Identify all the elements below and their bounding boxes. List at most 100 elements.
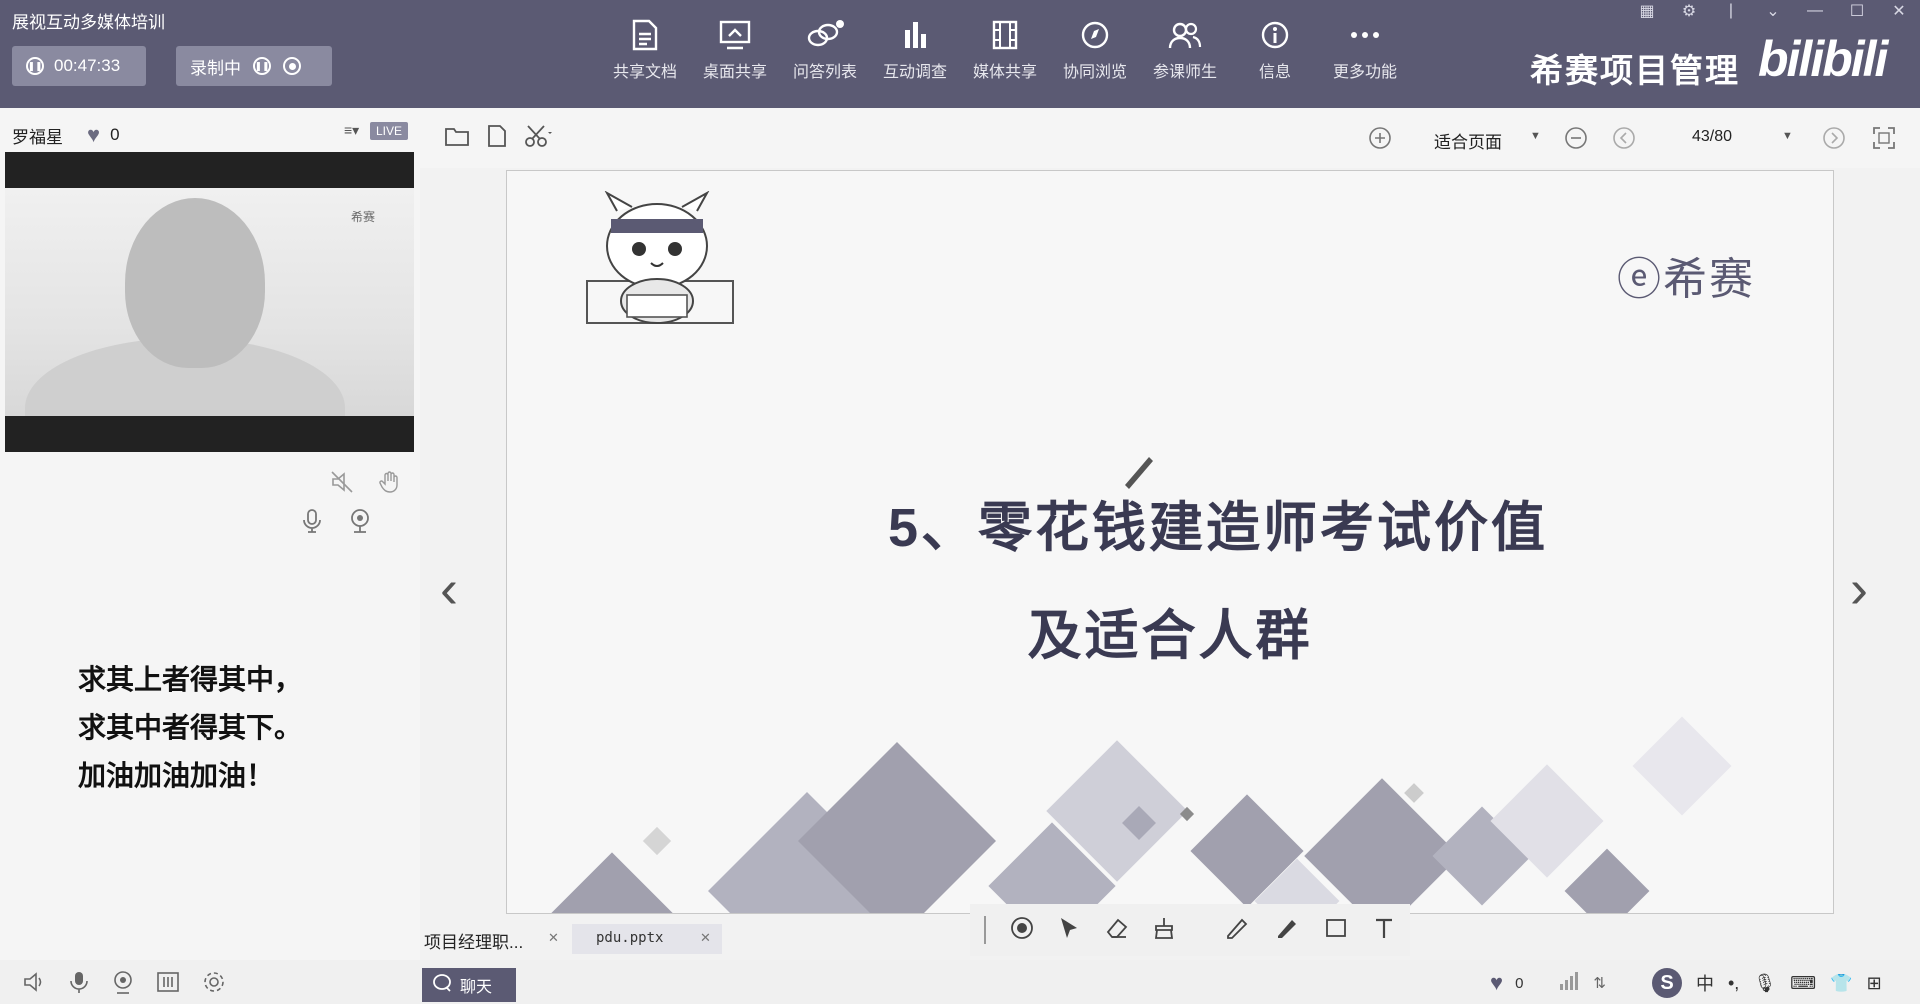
pause-timer-button[interactable]: ❚❚ 00:47:33 bbox=[12, 46, 146, 86]
page-dropdown-icon[interactable]: ▼ bbox=[1782, 130, 1793, 142]
video-frame: 希赛 bbox=[5, 188, 414, 416]
camera-icon[interactable] bbox=[348, 508, 372, 539]
document-toolbar: 适合页面 ▼ 43/80 ▼ bbox=[420, 108, 1920, 168]
pause-recording-icon[interactable]: ❚❚ bbox=[253, 57, 271, 75]
decorative-diamonds bbox=[548, 716, 1732, 913]
zoom-in-icon[interactable] bbox=[1368, 126, 1392, 155]
slide-prev-arrow-icon[interactable]: ‹ bbox=[440, 558, 458, 620]
microphone-bottom-icon[interactable] bbox=[68, 970, 90, 999]
hand-raise-icon[interactable] bbox=[378, 470, 402, 499]
minimize-icon[interactable]: — bbox=[1804, 0, 1826, 22]
slide-title-line-2: 及适合人群 bbox=[1027, 606, 1313, 666]
skin-icon[interactable]: 👕 bbox=[1830, 973, 1852, 994]
fit-dropdown-icon[interactable]: ▼ bbox=[1530, 130, 1541, 142]
page-indicator[interactable]: 43/80 bbox=[1692, 128, 1732, 146]
file-icon[interactable] bbox=[486, 124, 508, 153]
maximize-icon[interactable]: ☐ bbox=[1846, 0, 1868, 22]
toolbar-media-share[interactable]: 媒体共享 bbox=[960, 18, 1050, 82]
layout-icon[interactable]: ▦ bbox=[1636, 0, 1658, 22]
punctuation-icon[interactable]: •, bbox=[1728, 973, 1739, 994]
document-tab-1[interactable]: 项目经理职... bbox=[424, 928, 523, 953]
text-tool-icon[interactable] bbox=[1372, 916, 1396, 945]
heart-like-icon[interactable]: ♥ bbox=[1490, 970, 1503, 996]
mixer-icon[interactable] bbox=[156, 970, 180, 999]
e-logo-icon: ⓔ bbox=[1617, 255, 1663, 304]
presenter-likes: 0 bbox=[110, 125, 120, 144]
desktop-share-icon bbox=[719, 18, 751, 52]
clear-brush-icon[interactable] bbox=[1152, 916, 1176, 945]
toolbar-qa-list[interactable]: 问答列表 bbox=[780, 18, 870, 82]
network-updown-icon: ⇅ bbox=[1593, 975, 1606, 992]
divider-icon: | bbox=[1728, 2, 1734, 19]
keyboard-icon[interactable]: ⌨ bbox=[1790, 973, 1816, 994]
brand-name: 希赛项目管理 bbox=[1530, 52, 1740, 89]
presentation-slide: ⓔ希赛 5、零花钱建造师考试价值 及适合人群 bbox=[506, 170, 1834, 914]
video-logo: 希赛 bbox=[351, 210, 376, 224]
main-toolbar: 共享文档 桌面共享 问答列表 互动调查 媒体共享 协同浏览 参课师生 信息 更多… bbox=[600, 18, 1410, 82]
slide-next-arrow-icon[interactable]: › bbox=[1850, 558, 1868, 620]
ime-mic-icon[interactable]: 🎙 bbox=[1753, 973, 1776, 994]
mute-all-icon[interactable] bbox=[330, 470, 354, 499]
scissors-icon[interactable] bbox=[524, 124, 552, 153]
toolbar-drag-handle[interactable] bbox=[984, 916, 986, 944]
toolbar-desktop-share[interactable]: 桌面共享 bbox=[690, 18, 780, 82]
recording-control[interactable]: 录制中 ❚❚ bbox=[176, 46, 332, 86]
pen-tool-icon[interactable] bbox=[1224, 916, 1250, 945]
slide-title-line-1: 5、零花钱建造师考试价值 bbox=[887, 498, 1549, 558]
motivational-quote: 求其上者得其中， 求其中者得其下。 加油加油加油！ bbox=[78, 656, 302, 800]
qa-chat-icon bbox=[806, 18, 844, 52]
ime-mode[interactable]: 中 bbox=[1696, 970, 1714, 996]
presenter-video: 希赛 bbox=[5, 152, 414, 452]
slide-viewer: ‹ › ⓔ希赛 5、零花钱建造师考试价值 及适合人群 bbox=[420, 168, 1920, 914]
like-count: 0 bbox=[1515, 974, 1524, 992]
speaker-icon[interactable] bbox=[22, 970, 46, 999]
eraser-icon[interactable] bbox=[1104, 916, 1128, 945]
laser-pointer-icon[interactable] bbox=[1010, 916, 1034, 945]
fit-page-select[interactable]: 适合页面 bbox=[1434, 128, 1502, 153]
folder-open-icon[interactable] bbox=[444, 125, 470, 152]
arrow-cursor-icon[interactable] bbox=[1058, 916, 1080, 945]
next-page-icon[interactable] bbox=[1822, 126, 1846, 155]
toolbar-survey[interactable]: 互动调查 bbox=[870, 18, 960, 82]
toolbar-info[interactable]: 信息 bbox=[1230, 18, 1320, 82]
recording-status: 录制中 bbox=[190, 58, 241, 78]
highlighter-icon[interactable] bbox=[1274, 916, 1300, 945]
settings-gear-icon[interactable] bbox=[202, 970, 226, 999]
heart-icon[interactable]: ♥ bbox=[87, 122, 100, 148]
rectangle-tool-icon[interactable] bbox=[1324, 916, 1348, 945]
presenter-panel: 罗福星 ♥ 0 ≡▾ LIVE 希赛 求其上者得其中， 求其中者得其下。 加油加… bbox=[0, 108, 420, 1004]
quote-line-1: 求其上者得其中， bbox=[78, 664, 303, 695]
chat-button[interactable]: 聊天 bbox=[422, 968, 516, 1002]
toolbar-participants[interactable]: 参课师生 bbox=[1140, 18, 1230, 82]
bilibili-watermark: bilibili bbox=[1758, 31, 1888, 87]
chevron-down-icon[interactable]: ⌄ bbox=[1762, 0, 1784, 22]
info-icon bbox=[1260, 18, 1290, 52]
stop-recording-icon[interactable] bbox=[283, 57, 301, 75]
close-icon[interactable]: ✕ bbox=[1888, 0, 1910, 22]
bar-chart-icon bbox=[901, 18, 929, 52]
fullscreen-icon[interactable] bbox=[1872, 126, 1896, 155]
users-icon bbox=[1168, 18, 1202, 52]
pause-icon: ❚❚ bbox=[26, 57, 44, 75]
cat-mascot-icon bbox=[586, 191, 734, 324]
webcam-icon[interactable] bbox=[112, 970, 134, 999]
more-icon bbox=[1349, 18, 1381, 52]
compass-icon bbox=[1080, 18, 1110, 52]
toolbar-more[interactable]: 更多功能 bbox=[1320, 18, 1410, 82]
toolbar-share-document[interactable]: 共享文档 bbox=[600, 18, 690, 82]
previous-page-icon[interactable] bbox=[1612, 126, 1636, 155]
tab-1-close-icon[interactable]: ✕ bbox=[548, 930, 559, 946]
zoom-out-icon[interactable] bbox=[1564, 126, 1588, 155]
gear-icon[interactable]: ⚙ bbox=[1678, 0, 1700, 22]
document-file-tools bbox=[444, 124, 552, 153]
tab-2-close-icon[interactable]: ✕ bbox=[700, 930, 711, 946]
ime-menu-icon[interactable]: ⊞ bbox=[1867, 973, 1882, 994]
list-menu-icon[interactable]: ≡▾ bbox=[344, 122, 359, 139]
media-controls bbox=[300, 508, 372, 539]
microphone-icon[interactable] bbox=[300, 508, 324, 539]
document-share-icon bbox=[631, 18, 659, 52]
sogou-ime-icon[interactable]: S bbox=[1652, 968, 1682, 998]
window-controls: ▦ ⚙ | ⌄ — ☐ ✕ bbox=[1636, 0, 1910, 22]
toolbar-co-browse[interactable]: 协同浏览 bbox=[1050, 18, 1140, 82]
app-title: 展视互动多媒体培训 bbox=[12, 13, 165, 32]
